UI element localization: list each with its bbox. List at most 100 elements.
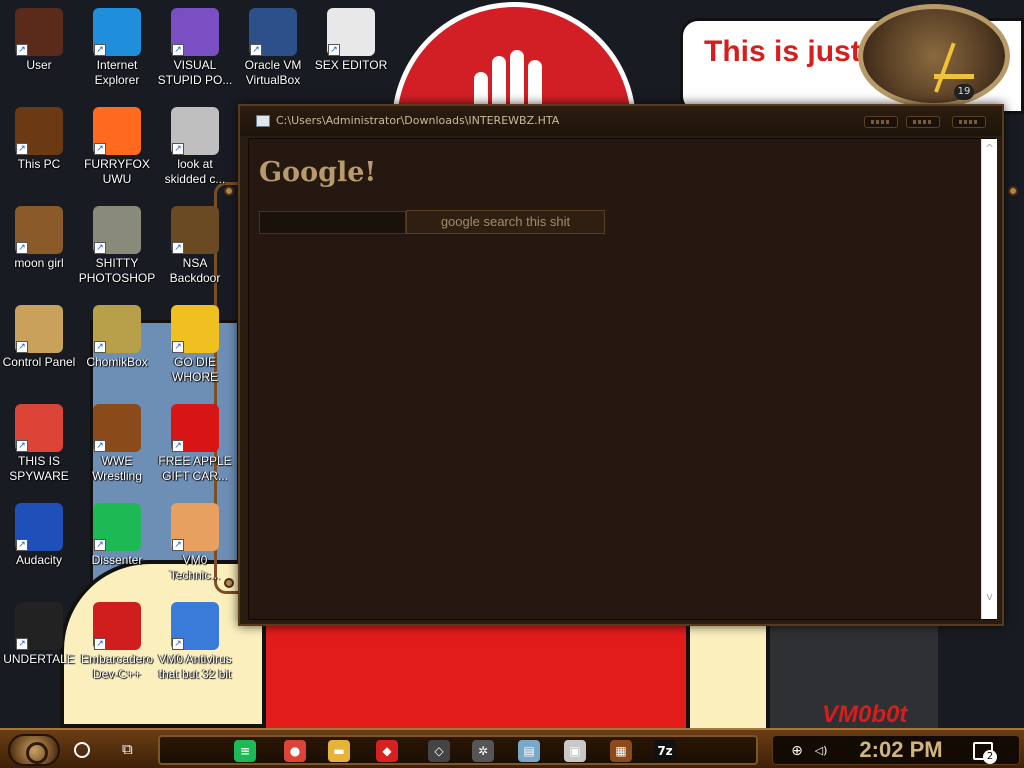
chrome-taskbar-icon[interactable]: ●	[284, 740, 306, 762]
search-input[interactable]	[259, 211, 406, 234]
steampunk-clock-graphic	[858, 4, 1010, 108]
desktop-icon[interactable]: ↗ look at skidded c...	[156, 99, 234, 195]
desktop-icon-label: This PC	[17, 157, 61, 171]
7zip-taskbar-icon[interactable]: 7z	[654, 740, 676, 762]
desktop-icon[interactable]: ↗ Internet Explorer	[78, 0, 156, 96]
desktop-icon[interactable]: ↗ WWE Wrestling	[78, 396, 156, 492]
oven-taskbar-icon[interactable]: ▦	[610, 740, 632, 762]
cortana-search-icon[interactable]	[74, 742, 90, 758]
desktop-icon-label: VISUAL STUPID PO...	[157, 58, 233, 87]
desktop-icon[interactable]: ↗ GO DIE WHORE	[156, 297, 234, 393]
desktop-icon[interactable]: ↗ Control Panel	[0, 297, 78, 393]
maximize-button[interactable]	[906, 116, 940, 128]
window-titlebar[interactable]: C:\Users\Administrator\Downloads\INTEREW…	[240, 106, 1002, 136]
shortcut-arrow-icon: ↗	[16, 539, 28, 551]
shortcut-arrow-icon: ↗	[250, 44, 262, 56]
network-icon[interactable]: ⊕	[789, 743, 805, 759]
clock-hand-icon	[934, 74, 974, 79]
shortcut-arrow-icon: ↗	[94, 341, 106, 353]
desktop-icon[interactable]: ↗ Oracle VM VirtualBox	[234, 0, 312, 96]
window-title: C:\Users\Administrator\Downloads\INTEREW…	[276, 114, 560, 127]
desktop-icon[interactable]: ↗ VISUAL STUPID PO...	[156, 0, 234, 96]
desktop-icon-label: GO DIE WHORE	[172, 355, 218, 384]
desktop-icon[interactable]: ↗ moon girl	[0, 198, 78, 294]
desktop-icon-label: SHITTY PHOTOSHOP	[78, 256, 156, 285]
desktop-icon[interactable]: ↗ Embarcadero Dev-C++	[78, 594, 156, 690]
rivet-icon	[1008, 186, 1018, 196]
desktop-icon-label: THIS IS SPYWARE	[9, 454, 69, 483]
shortcut-arrow-icon: ↗	[16, 242, 28, 254]
shortcut-arrow-icon: ↗	[94, 539, 106, 551]
task-view-icon[interactable]: ⧉	[122, 741, 138, 757]
shortcut-arrow-icon: ↗	[172, 44, 184, 56]
minimize-button[interactable]	[864, 116, 898, 128]
wallpaper-brand-text: VM0b0t	[822, 701, 908, 728]
taskbar-pinned-apps: ≡ ● ▬ ◆ ◇ ✲ ▤ ▣ ▦ 7z	[158, 735, 758, 765]
desktop-icon-label: NSA Backdoor	[169, 256, 221, 285]
desktop-icon-label: Embarcadero Dev-C++	[80, 652, 154, 681]
shortcut-arrow-icon: ↗	[16, 638, 28, 650]
desktop-icon[interactable]: ↗ User	[0, 0, 78, 96]
shortcut-arrow-icon: ↗	[94, 440, 106, 452]
hta-window[interactable]: C:\Users\Administrator\Downloads\INTEREW…	[238, 104, 1004, 626]
folder-taskbar-icon[interactable]: ▬	[328, 740, 350, 762]
shortcut-arrow-icon: ↗	[16, 143, 28, 155]
desktop-icon[interactable]: ↗ UNDERTALE	[0, 594, 78, 690]
shortcut-arrow-icon: ↗	[94, 44, 106, 56]
desktop-icon[interactable]: ↗ FURRYFOX UWU	[78, 99, 156, 195]
page-title: Google!	[259, 157, 377, 188]
shortcut-arrow-icon: ↗	[94, 143, 106, 155]
picture-taskbar-icon[interactable]: ▣	[564, 740, 586, 762]
hta-app-icon	[256, 115, 270, 127]
shortcut-arrow-icon: ↗	[172, 539, 184, 551]
dissenter-taskbar-icon[interactable]: ≡	[234, 740, 256, 762]
stop-hand-icon	[470, 50, 558, 110]
desktop-icon[interactable]: ↗ Audacity	[0, 495, 78, 591]
unity-taskbar-icon[interactable]: ◇	[428, 740, 450, 762]
desktop-icon-label: FREE APPLE GIFT CAR...	[158, 454, 232, 483]
desktop-icon[interactable]: ↗ THIS IS SPYWARE	[0, 396, 78, 492]
desktop-icon[interactable]: ↗ NSA Backdoor	[156, 198, 234, 294]
desktop-icon[interactable]: ↗ SEX EDITOR	[312, 0, 390, 96]
desktop-icon-label: look at skidded c...	[164, 157, 226, 186]
desktop-icon-label: VM0 Technic...	[169, 553, 221, 582]
desktop-icon-label: Internet Explorer	[94, 58, 140, 87]
desktop-icon-label: moon girl	[14, 256, 64, 270]
search-button[interactable]: google search this shit	[406, 210, 605, 234]
desktop-icon[interactable]: ↗ This PC	[0, 99, 78, 195]
desktop-icon[interactable]: ↗ SHITTY PHOTOSHOP	[78, 198, 156, 294]
desktop-icon[interactable]: ↗ VM0 Antivirus that but 32 bit	[156, 594, 234, 690]
close-button[interactable]	[952, 116, 986, 128]
desktop-icon-label: Oracle VM VirtualBox	[244, 58, 302, 87]
shortcut-arrow-icon: ↗	[16, 341, 28, 353]
shortcut-arrow-icon: ↗	[16, 44, 28, 56]
shortcut-arrow-icon: ↗	[328, 44, 340, 56]
clock-numeral: 19	[954, 84, 974, 100]
desktop-icon[interactable]: ↗ VM0 Technic...	[156, 495, 234, 591]
taskbar-clock[interactable]: 2:02 PM	[849, 738, 953, 762]
desktop-icon[interactable]: ↗ ChomikBox	[78, 297, 156, 393]
desktop-icon-label: FURRYFOX UWU	[84, 157, 150, 186]
desktop-icon-label: ChomikBox	[86, 355, 148, 369]
vertical-scrollbar[interactable]: ^ v	[981, 139, 997, 619]
unknown-red-app-icon[interactable]: ◆	[376, 740, 398, 762]
desktop-icon-label: UNDERTALE	[3, 652, 75, 666]
system-tray: ⊕ ◁) 2:02 PM 2	[772, 735, 1020, 765]
scroll-down-arrow-icon[interactable]: v	[984, 591, 995, 602]
shortcut-arrow-icon: ↗	[94, 638, 106, 650]
notepad-taskbar-icon[interactable]: ▤	[518, 740, 540, 762]
shortcut-arrow-icon: ↗	[172, 242, 184, 254]
start-button[interactable]	[8, 734, 60, 766]
shortcut-arrow-icon: ↗	[172, 341, 184, 353]
desktop-icon[interactable]: ↗ FREE APPLE GIFT CAR...	[156, 396, 234, 492]
desktop-icon[interactable]: ↗ Dissenter	[78, 495, 156, 591]
shortcut-arrow-icon: ↗	[172, 638, 184, 650]
desktop-icon-label: WWE Wrestling	[92, 454, 142, 483]
desktop-icon-label: Dissenter	[91, 553, 143, 567]
wallpaper-cartoon-arm-right	[686, 620, 770, 728]
gear-taskbar-icon[interactable]: ✲	[472, 740, 494, 762]
scroll-up-arrow-icon[interactable]: ^	[984, 143, 995, 154]
volume-icon[interactable]: ◁)	[813, 743, 829, 759]
shortcut-arrow-icon: ↗	[94, 242, 106, 254]
taskbar: ⧉ ≡ ● ▬ ◆ ◇ ✲ ▤ ▣ ▦ 7z ⊕ ◁) 2:02 PM 2	[0, 728, 1024, 768]
